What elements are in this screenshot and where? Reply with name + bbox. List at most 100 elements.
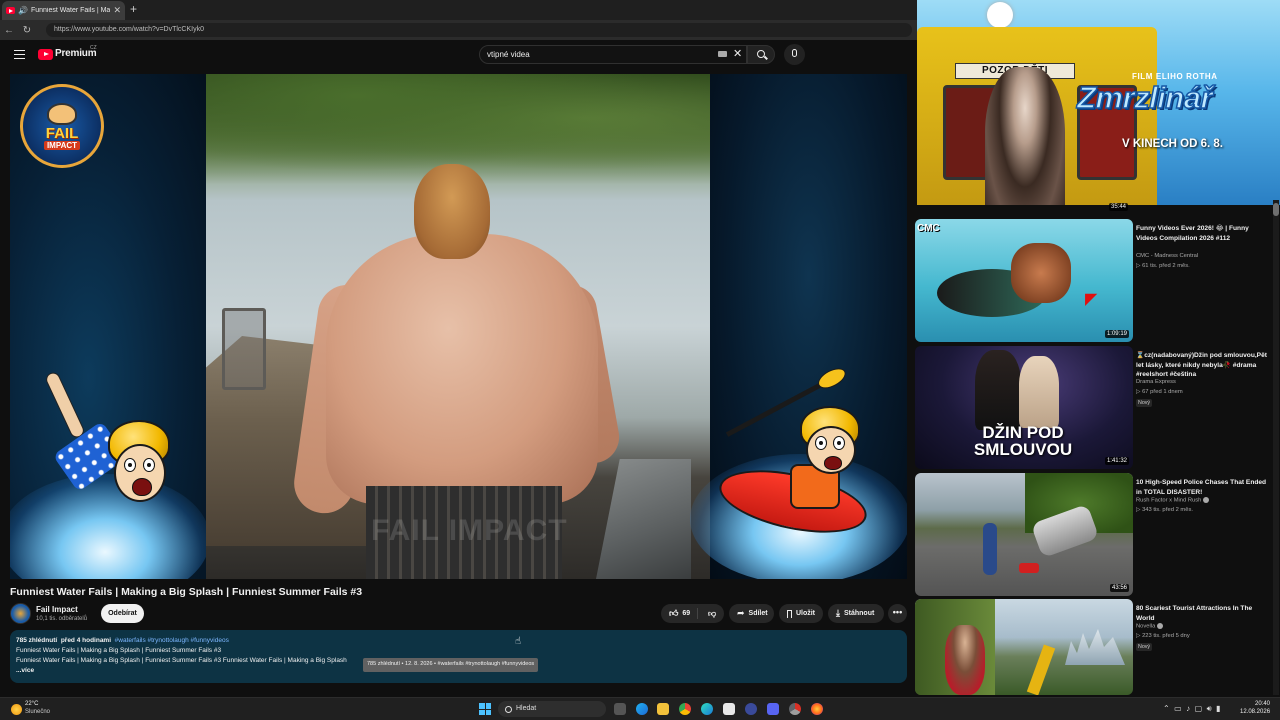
hamburger-menu-icon[interactable] [14,50,25,59]
ad-girl-figure [985,67,1065,205]
recommendation-meta: ▷ 343 tis. před 2 měs. [1136,507,1193,513]
edge-icon[interactable] [636,703,648,715]
task-view-icon[interactable] [614,703,626,715]
ad-release-date: V KINECH OD 6. 8. [1122,138,1223,150]
recommendation-meta: ▷ 223 tis. před 5 dny [1136,633,1190,639]
new-badge: Nový [1136,399,1153,407]
snowman-mascot-icon [987,2,1013,28]
url-field[interactable]: https://www.youtube.com/watch?v=DvTlcCKI… [46,23,912,37]
voice-search-button[interactable] [784,44,805,65]
recommendation-channel[interactable]: Drama Express [1136,379,1176,385]
recommendation-title[interactable]: 10 High-Speed Police Chases That Ended i… [1136,478,1268,497]
search-input[interactable]: vtipné videa [479,45,747,64]
cartoon-leg [43,370,87,440]
clear-search-icon[interactable]: ✕ [733,47,742,60]
file-explorer-icon[interactable] [657,703,669,715]
share-button[interactable]: ➦ Sdílet [729,604,774,623]
video-frame[interactable]: FAIL IMPACT [206,74,710,579]
logo-country-code: CZ [90,45,97,51]
discord-icon[interactable] [767,703,779,715]
verified-check-icon [1203,497,1210,503]
fail-impact-logo: FAIL IMPACT [20,84,104,168]
weather-temperature[interactable]: 22°C [25,701,38,707]
download-arrow-icon: ⤓ [836,608,840,618]
clock-time[interactable]: 20:40 [1246,701,1270,707]
youtube-favicon-icon [6,7,15,14]
taskbar-search-input[interactable]: Hledat [498,701,606,717]
bookmark-icon [787,609,792,618]
recommendation-channel[interactable]: CMC - Madness Central [1136,253,1198,259]
recommendation-title[interactable]: ⌛cz(nadabovaný)Džin pod smlouvou,Pět let… [1136,351,1268,380]
thumb-title-text: DŽIN POD SMLOUVOU [973,423,1073,459]
browser-address-row: ← ↻ https://www.youtube.com/watch?v=DvTl… [0,20,917,40]
browser-tab-active[interactable]: 🔊 Funniest Water Fails | Making a Big Sp… [2,1,125,20]
recommendation-title[interactable]: 80 Scariest Tourist Attractions In The W… [1136,604,1268,623]
ad-movie-title: Zmrzlinář [1076,79,1213,116]
clock-date[interactable]: 12.08.2026 [1240,709,1270,715]
youtube-header: Premium CZ vtipné videa ✕ [0,40,917,70]
start-button[interactable] [479,703,491,715]
recommendation-item[interactable]: 80 Scariest Tourist Attractions In The W… [915,599,1273,695]
video-thumbnail[interactable] [915,599,1133,695]
badge-impact-text: IMPACT [43,140,81,150]
download-button[interactable]: ⤓ Stáhnout [828,604,884,623]
recommendation-title[interactable]: Funny Videos Ever 2026! 😂 | Funny Videos… [1136,224,1268,243]
player-right-artwork [690,74,907,579]
video-thumbnail[interactable]: 43:56 [915,473,1133,596]
chrome-icon[interactable] [679,703,691,715]
description-line: Funniest Water Fails | Making a Big Spla… [16,647,222,654]
weather-condition[interactable]: Slunečno [25,709,50,715]
speaker-icon[interactable]: 🔊 [18,6,28,15]
recommendation-channel-name: Novella [1136,623,1156,630]
subscribe-button[interactable]: Odebírat [101,604,144,623]
video-title: Funniest Water Fails | Making a Big Spla… [10,586,363,598]
recommendation-item[interactable]: 43:56 10 High-Speed Police Chases That E… [915,473,1273,596]
recommendation-meta: ▷ 67 před 1 dnem [1136,389,1183,395]
download-label: Stáhnout [843,610,875,617]
description-meta: 785 zhlédnutí před 4 hodinami #waterfail… [16,636,901,646]
video-watermark: FAIL IMPACT [371,514,568,547]
ad-duration-badge: 35:44 [1109,203,1129,211]
like-button[interactable]: 👍︎ 69 [661,608,698,619]
recommendation-channel[interactable]: Rush Factor x Mind Rush [1136,497,1210,504]
more-actions-button[interactable]: ••• [888,604,907,623]
thumb-channel-label: CMC [917,223,940,234]
dislike-button[interactable]: 👎︎ [702,609,716,619]
system-tray[interactable]: ⌃ ▭ ♪ ▢ 🔊︎ ▮ [1163,704,1221,714]
tab-close-icon[interactable]: ✕ [113,5,121,16]
chrome-beta-icon[interactable] [789,703,801,715]
sun-weather-icon[interactable] [11,704,22,715]
new-badge: Nový [1136,643,1153,651]
video-thumbnail[interactable]: CMC ◤ 1:09:19 [915,219,1133,342]
description-box[interactable]: 785 zhlédnutí před 4 hodinami #waterfail… [10,630,907,683]
recommendation-item[interactable]: DŽIN POD SMLOUVOU 1:41:32 ⌛cz(nadabovaný… [915,346,1273,469]
keyboard-icon[interactable] [718,51,727,57]
browser-tab-bar: 🔊 Funniest Water Fails | Making a Big Sp… [0,0,917,20]
game-icon[interactable] [745,703,757,715]
share-arrow-icon: ➦ [737,608,745,618]
view-count: 785 zhlédnutí [16,637,58,644]
firefox-icon[interactable] [811,703,823,715]
movie-ad-banner[interactable]: POZOR DĚTI FILM ELIHO ROTHA Zmrzlinář V … [917,0,1280,205]
sidebar-scrollbar[interactable] [1273,200,1279,695]
edge-active-icon[interactable] [701,703,713,715]
back-arrow-icon[interactable]: ← [0,25,18,36]
save-button[interactable]: Uložit [779,604,823,623]
reload-icon[interactable]: ↻ [18,25,36,36]
new-tab-button[interactable]: + [130,2,137,16]
verified-check-icon [1156,623,1163,629]
thumbs-down-icon: 👎︎ [708,608,717,618]
description-hashtags[interactable]: #waterfails #trynottolaugh #funnyvideos [115,637,229,644]
store-icon[interactable] [723,703,735,715]
scrollbar-thumb[interactable] [1273,203,1279,216]
upload-age: před 4 hodinami [60,637,112,644]
recommendation-channel[interactable]: Novella [1136,623,1163,630]
channel-avatar[interactable] [10,603,31,624]
channel-name[interactable]: Fail Impact [36,605,78,614]
recommendation-item[interactable]: CMC ◤ 1:09:19 Funny Videos Ever 2026! 😂 … [915,219,1273,342]
video-player[interactable]: FAIL IMPACT FAIL IMPACT [10,74,907,579]
video-thumbnail[interactable]: DŽIN POD SMLOUVOU 1:41:32 [915,346,1133,469]
search-button[interactable] [747,45,775,64]
youtube-logo-icon[interactable] [38,49,53,60]
search-icon [757,50,765,58]
